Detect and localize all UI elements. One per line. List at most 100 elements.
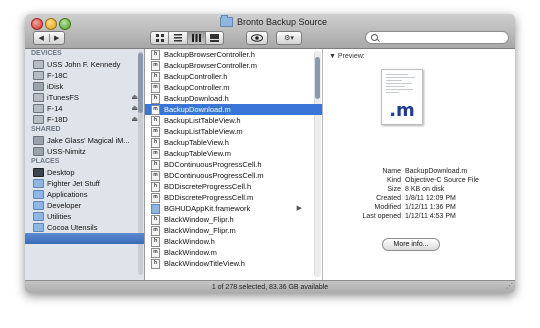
back-forward-control: ◀ ▶ — [33, 31, 65, 45]
back-button[interactable]: ◀ — [34, 34, 49, 42]
file-row[interactable]: h BackupTableView.h — [145, 137, 322, 148]
sidebar-item[interactable]: F-18C — [25, 70, 144, 81]
info-row: Last opened 1/12/11 4:53 PM — [323, 212, 515, 221]
sidebar-item[interactable]: Fighter Jet Stuff — [25, 178, 144, 189]
source-file-icon: m — [151, 104, 160, 115]
sidebar-item[interactable]: Developer — [25, 200, 144, 211]
desktop-icon — [33, 168, 44, 177]
eye-icon — [251, 34, 263, 42]
source-file-icon: h — [151, 71, 160, 82]
file-row[interactable]: m BackupTableView.m — [145, 148, 322, 159]
file-row[interactable]: h BackupListTableView.h — [145, 115, 322, 126]
close-button[interactable] — [31, 18, 43, 30]
source-file-icon: h — [151, 181, 160, 192]
folder-icon — [33, 212, 44, 221]
sidebar-item[interactable]: Cocoa Utensils — [25, 222, 144, 233]
eject-icon[interactable]: ⏏ — [131, 103, 138, 114]
column-view-button[interactable] — [186, 32, 205, 44]
sidebar-item[interactable]: F-18D ⏏ — [25, 114, 144, 125]
quick-look-button[interactable] — [246, 31, 268, 45]
file-row[interactable]: BGHUDAppKit.framework ▶ — [145, 203, 322, 214]
file-row[interactable]: h BlackWindowTitleView.h — [145, 258, 322, 269]
sidebar-section-header: SHARED — [31, 126, 61, 133]
resize-grip-icon[interactable]: ⋰ — [506, 280, 513, 293]
action-menu-button[interactable]: ⚙▾ — [276, 31, 302, 45]
framework-folder-icon — [151, 203, 160, 214]
window-title: Bronto Backup Source — [220, 15, 327, 27]
info-row: Created 1/8/11 12:09 PM — [323, 194, 515, 203]
more-info-button[interactable]: More info... — [382, 238, 440, 251]
file-row[interactable]: h BackupBrowserController.h — [145, 49, 322, 60]
file-name: BackupDownload.h — [164, 94, 229, 103]
file-row[interactable]: h BackupDownload.h — [145, 93, 322, 104]
file-row[interactable]: m BackupBrowserController.m — [145, 60, 322, 71]
file-row[interactable]: h BDContinuousProgressCell.h — [145, 159, 322, 170]
file-name: BDContinuousProgressCell.m — [164, 171, 264, 180]
file-row[interactable]: h BDDiscreteProgressCell.h — [145, 181, 322, 192]
icon-view-button[interactable] — [151, 32, 168, 44]
folder-icon — [33, 190, 44, 199]
file-row[interactable]: m BDContinuousProgressCell.m — [145, 170, 322, 181]
eject-icon[interactable]: ⏏ — [131, 92, 138, 103]
disclosure-triangle-icon[interactable]: ▼ — [329, 53, 336, 60]
info-value: 8 KB on disk — [405, 186, 445, 193]
sidebar-item-label: F-18D — [47, 115, 68, 124]
file-row[interactable]: h BlackWindow_Flipr.h — [145, 214, 322, 225]
file-name: BlackWindowTitleView.h — [164, 259, 245, 268]
sidebar-item[interactable]: Desktop — [25, 167, 144, 178]
preview-header: ▼ Preview: — [329, 53, 365, 60]
sidebar-item-label: iDisk — [47, 82, 64, 91]
sidebar-item-label: F-14 — [47, 104, 63, 113]
sidebar-item[interactable]: Utilities — [25, 211, 144, 222]
file-row[interactable]: m BDDiscreteProgressCell.m — [145, 192, 322, 203]
file-name: BackupBrowserController.m — [164, 61, 257, 70]
hard-drive-icon — [33, 60, 44, 69]
info-row: Modified 1/12/11 1:36 PM — [323, 203, 515, 212]
hard-drive-icon — [33, 71, 44, 80]
file-row[interactable]: m BlackWindow.m — [145, 247, 322, 258]
sidebar-item[interactable]: iDisk — [25, 81, 144, 92]
finder-window: Bronto Backup Source ◀ ▶ ⚙▾ DEVICES USS … — [25, 14, 515, 293]
file-row-selected[interactable]: m BackupDownload.m — [145, 104, 322, 115]
source-file-icon: m — [151, 225, 160, 236]
file-name: BackupTableView.h — [164, 138, 229, 147]
search-input[interactable] — [365, 31, 509, 44]
file-row[interactable]: h BlackWindow.h — [145, 236, 322, 247]
folder-icon — [33, 201, 44, 210]
sidebar-item[interactable]: iTunesFS ⏏ — [25, 92, 144, 103]
info-row: Size 8 KB on disk — [323, 185, 515, 194]
file-name: BackupDownload.m — [164, 105, 231, 114]
file-row[interactable]: m BlackWindow_Flipr.m — [145, 225, 322, 236]
source-file-icon: h — [151, 258, 160, 269]
info-value: Objective-C Source File — [405, 177, 479, 184]
preview-pane: ▼ Preview: .m Name BackupDownload.m Kind Ob… — [323, 49, 515, 280]
sidebar-item[interactable]: Applications — [25, 189, 144, 200]
file-name: BDDiscreteProgressCell.h — [164, 182, 252, 191]
source-file-icon: h — [151, 115, 160, 126]
info-value: 1/12/11 4:53 PM — [405, 213, 456, 220]
computer-icon — [33, 136, 44, 145]
forward-button[interactable]: ▶ — [48, 34, 65, 42]
file-row[interactable]: m BackupController.m — [145, 82, 322, 93]
cover-flow-button[interactable] — [204, 32, 223, 44]
file-row[interactable]: m BackupListTableView.m — [145, 126, 322, 137]
document-thumbnail: .m — [381, 69, 423, 125]
status-bar: 1 of 278 selected, 83.36 GB available ⋰ — [25, 280, 515, 293]
sidebar-item[interactable]: USS John F. Kennedy — [25, 59, 144, 70]
disk-icon — [33, 104, 44, 113]
eject-icon[interactable]: ⏏ — [131, 114, 138, 125]
file-name: BackupController.m — [164, 83, 230, 92]
zoom-button[interactable] — [59, 18, 71, 30]
file-row[interactable]: h BackupController.h — [145, 71, 322, 82]
sidebar-item[interactable]: USS-Nimitz — [25, 146, 144, 157]
document-code-lines — [386, 74, 418, 95]
sidebar-item[interactable]: F-14 ⏏ — [25, 103, 144, 114]
source-file-icon: h — [151, 137, 160, 148]
sidebar-item-label: Utilities — [47, 212, 72, 221]
disk-icon — [33, 115, 44, 124]
disk-icon — [33, 93, 44, 102]
minimize-button[interactable] — [45, 18, 57, 30]
list-view-button[interactable] — [168, 32, 186, 44]
sidebar-item-selected[interactable] — [25, 233, 144, 244]
sidebar-item[interactable]: Jake Glass' Magical iM... — [25, 135, 144, 146]
